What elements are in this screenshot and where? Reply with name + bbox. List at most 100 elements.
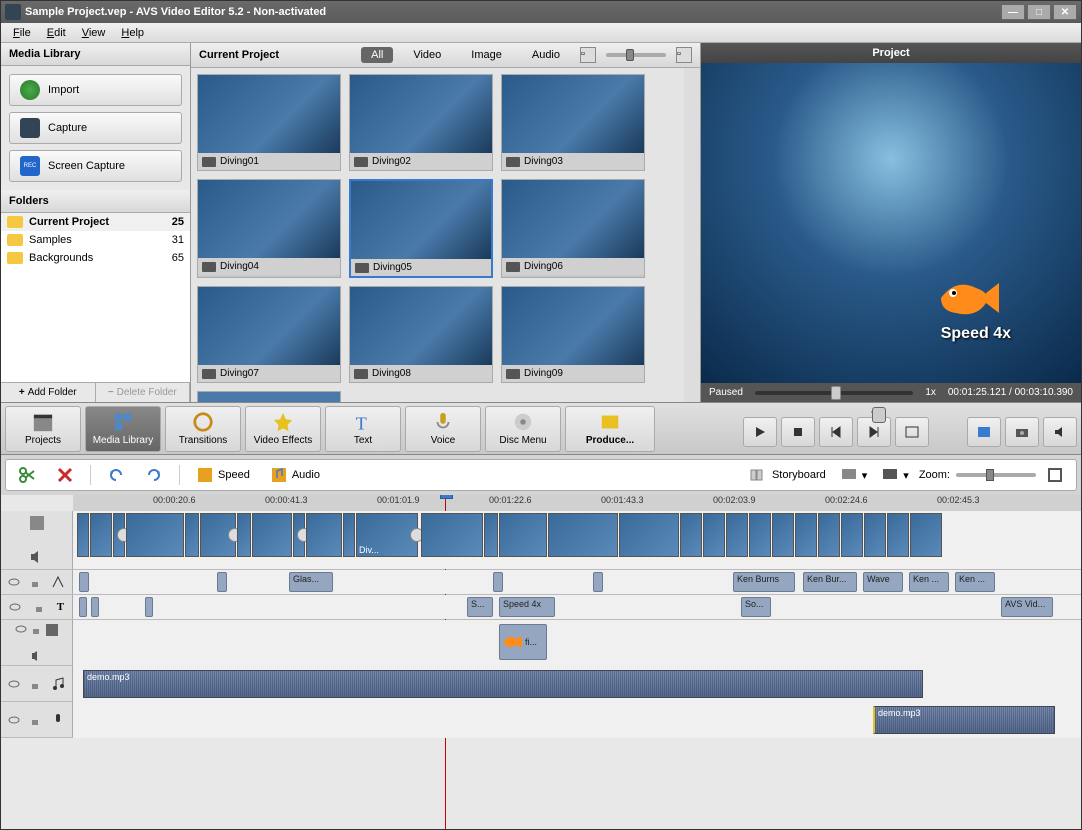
thumb-size-slider[interactable] [606, 53, 666, 57]
split-button[interactable] [14, 464, 40, 486]
filter-audio[interactable]: Audio [522, 47, 570, 63]
text-clip[interactable]: S... [467, 597, 493, 616]
video-clip[interactable] [252, 513, 292, 557]
audio-tool[interactable]: Audio [266, 464, 324, 486]
text-clip[interactable] [91, 597, 99, 616]
video-clip[interactable] [421, 513, 483, 557]
media-thumb[interactable]: Diving06 [501, 179, 645, 278]
video-clip[interactable] [910, 513, 942, 557]
audio1-track-head[interactable] [1, 666, 73, 701]
video-clip[interactable] [841, 513, 863, 557]
monitor1-button[interactable]: ▾ [836, 464, 872, 486]
zoom-slider[interactable] [956, 473, 1036, 477]
effect-clip[interactable]: Wave [863, 572, 903, 591]
text-track-head[interactable]: T [1, 595, 73, 619]
screen-capture-button[interactable]: REC Screen Capture [9, 150, 182, 182]
video-clip[interactable] [887, 513, 909, 557]
video-clip[interactable] [77, 513, 89, 557]
filter-video[interactable]: Video [403, 47, 451, 63]
menu-edit[interactable]: Edit [39, 25, 74, 41]
thumb-scrollbar[interactable] [684, 68, 700, 402]
volume-button[interactable] [1043, 417, 1077, 447]
audio-clip-1[interactable]: demo.mp3 [83, 670, 923, 698]
fx-track-head[interactable] [1, 570, 73, 594]
video-clip[interactable] [548, 513, 618, 557]
delete-folder-button[interactable]: −Delete Folder [96, 383, 191, 402]
tab-video-effects[interactable]: Video Effects [245, 406, 321, 452]
media-thumb[interactable]: Diving03 [501, 74, 645, 171]
video-clip[interactable] [749, 513, 771, 557]
thumb-size-small[interactable]: ▫ [580, 47, 596, 63]
video-clip[interactable] [703, 513, 725, 557]
speed-slider[interactable] [755, 391, 913, 395]
effect-clip[interactable]: Glas... [289, 572, 333, 591]
filter-all[interactable]: All [361, 47, 393, 63]
video-clip[interactable] [200, 513, 236, 557]
stop-button[interactable] [781, 417, 815, 447]
video-clip[interactable] [90, 513, 112, 557]
effect-clip[interactable]: Ken Burns [733, 572, 795, 591]
tab-disc-menu[interactable]: Disc Menu [485, 406, 561, 452]
menu-view[interactable]: View [74, 25, 114, 41]
video-clip[interactable] [795, 513, 817, 557]
video-clip[interactable] [619, 513, 679, 557]
video-clip[interactable] [864, 513, 886, 557]
video-track-head[interactable] [1, 511, 73, 569]
menu-file[interactable]: File [5, 25, 39, 41]
media-thumb[interactable]: Diving04 [197, 179, 341, 278]
effect-clip[interactable]: Ken Bur... [803, 572, 857, 591]
text-clip[interactable] [145, 597, 153, 616]
monitor2-button[interactable]: ▾ [877, 464, 913, 486]
text-clip[interactable]: AVS Vid... [1001, 597, 1053, 616]
titlebar[interactable]: Sample Project.vep - AVS Video Editor 5.… [1, 1, 1081, 23]
media-thumb[interactable]: Diving01 [197, 74, 341, 171]
capture-button[interactable]: Capture [9, 112, 182, 144]
video-clip[interactable] [306, 513, 342, 557]
tab-media-library[interactable]: Media Library [85, 406, 161, 452]
delete-button[interactable] [52, 464, 78, 486]
text-clip[interactable]: So... [741, 597, 771, 616]
preview-viewport[interactable]: Speed 4x [701, 63, 1081, 383]
tab-text[interactable]: TText [325, 406, 401, 452]
audio-clip-2[interactable]: demo.mp3 [873, 706, 1055, 734]
video-clip[interactable] [772, 513, 794, 557]
storyboard-toggle[interactable]: Storyboard [746, 464, 830, 486]
text-clip[interactable]: Speed 4x [499, 597, 555, 616]
effect-clip[interactable]: Ken ... [955, 572, 995, 591]
media-thumb[interactable]: Diving05 [349, 179, 493, 278]
seek-slider[interactable] [871, 411, 873, 413]
tab-projects[interactable]: Projects [5, 406, 81, 452]
menu-help[interactable]: Help [113, 25, 152, 41]
close-button[interactable]: ✕ [1053, 4, 1077, 20]
tab-transitions[interactable]: Transitions [165, 406, 241, 452]
timeline[interactable]: 00:00:20.600:00:41.300:01:01.900:01:22.6… [1, 495, 1081, 829]
video-clip[interactable] [818, 513, 840, 557]
undo-button[interactable] [103, 464, 129, 486]
overlay-clip[interactable]: fi... [499, 624, 547, 660]
video-clip[interactable] [293, 513, 305, 557]
folder-row[interactable]: Backgrounds65 [1, 249, 190, 267]
tab-voice[interactable]: Voice [405, 406, 481, 452]
video-clip[interactable] [126, 513, 184, 557]
fullscreen-button[interactable] [967, 417, 1001, 447]
video-clip[interactable] [343, 513, 355, 557]
fit-button[interactable] [1042, 464, 1068, 486]
video-clip[interactable] [237, 513, 251, 557]
snapshot-button[interactable] [1005, 417, 1039, 447]
video-clip[interactable] [484, 513, 498, 557]
video-clip[interactable] [499, 513, 547, 557]
media-thumb[interactable]: Diving02 [349, 74, 493, 171]
folder-row[interactable]: Samples31 [1, 231, 190, 249]
play-button[interactable] [743, 417, 777, 447]
fx-clip[interactable] [217, 572, 227, 591]
add-folder-button[interactable]: +Add Folder [1, 383, 96, 402]
fx-clip[interactable] [593, 572, 603, 591]
import-button[interactable]: Import [9, 74, 182, 106]
video-clip[interactable] [185, 513, 199, 557]
folder-row[interactable]: Current Project25 [1, 213, 190, 231]
media-thumb[interactable]: Diving09 [501, 286, 645, 383]
minimize-button[interactable]: — [1001, 4, 1025, 20]
effect-clip[interactable]: Ken ... [909, 572, 949, 591]
audio2-track-head[interactable] [1, 702, 73, 737]
maximize-button[interactable]: □ [1027, 4, 1051, 20]
